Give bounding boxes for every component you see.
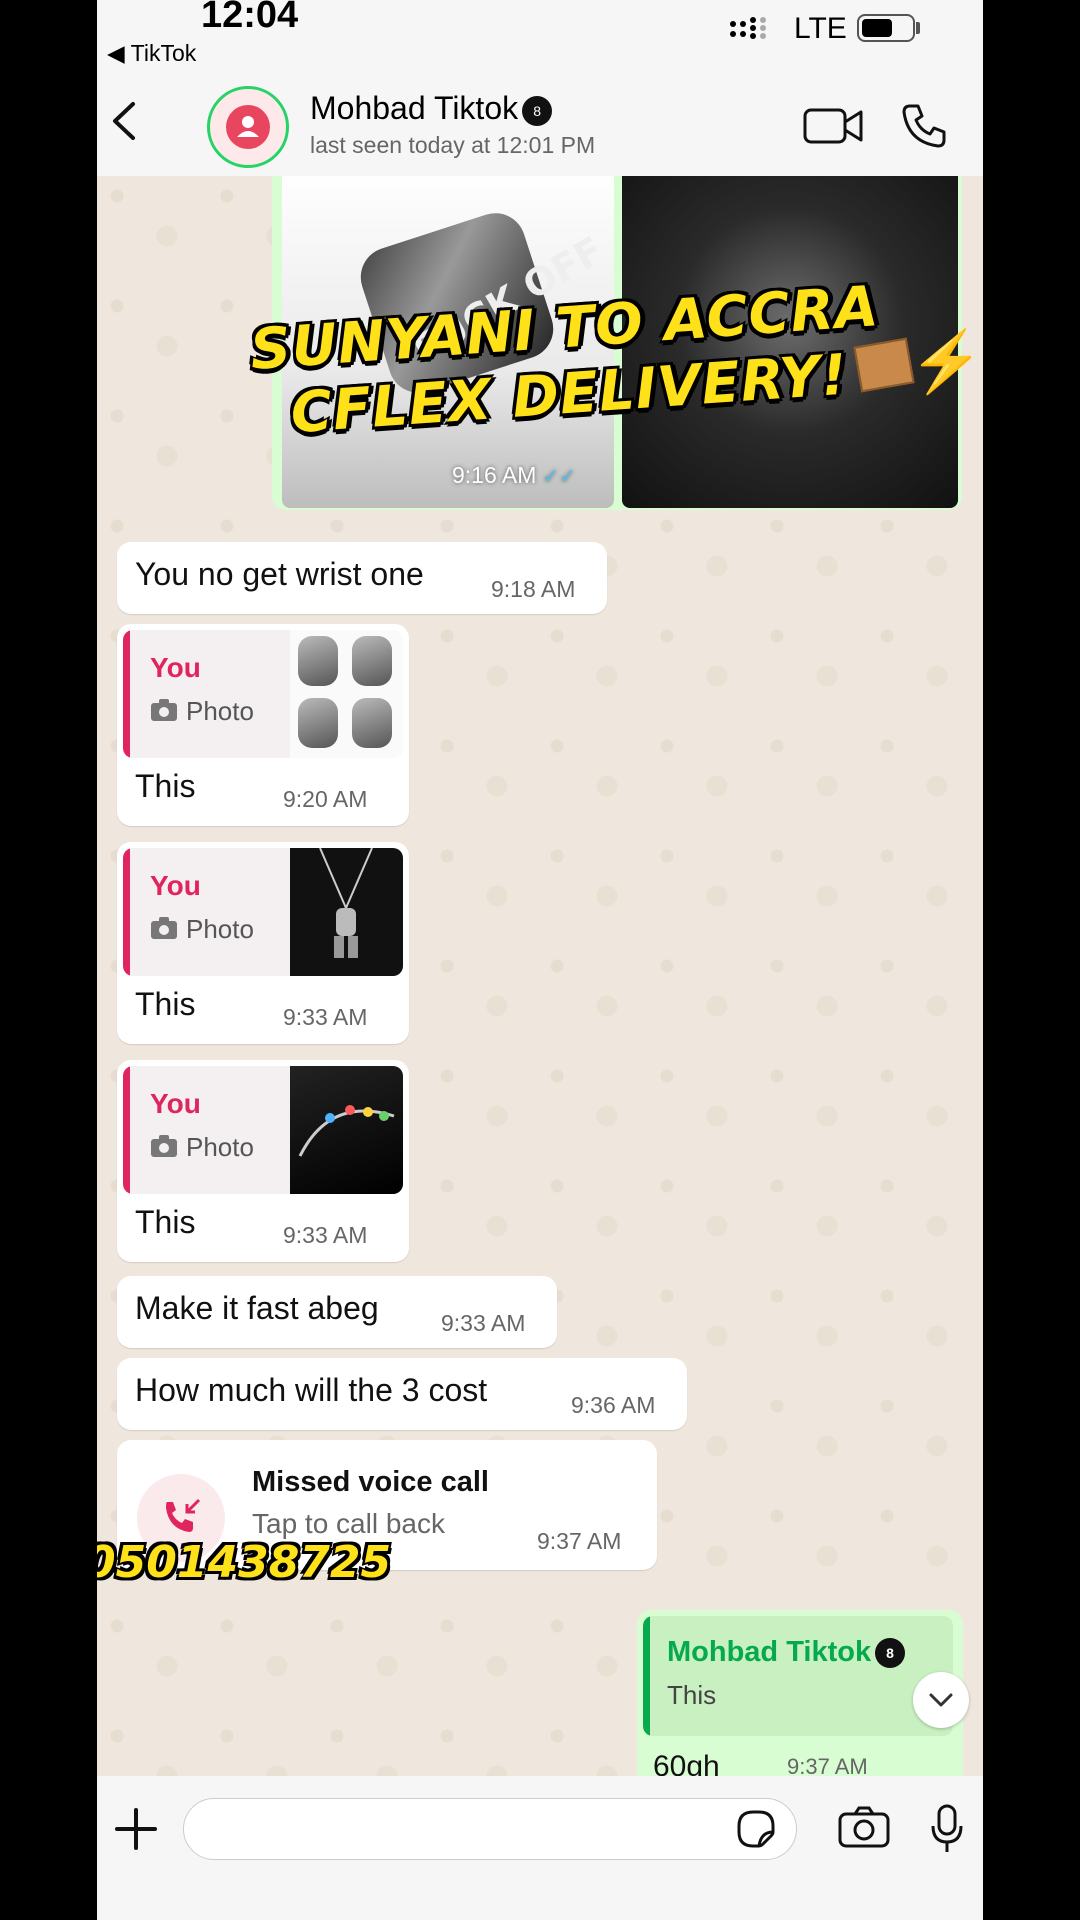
message-text: Make it fast abeg (135, 1290, 379, 1326)
network-type: LTE (794, 12, 847, 45)
message-text: How much will the 3 cost (135, 1372, 488, 1408)
scroll-to-bottom-button[interactable] (913, 1672, 969, 1728)
lightning-icon: ⚡ (909, 328, 983, 395)
quoted-message[interactable]: You Photo (123, 630, 403, 758)
incoming-message[interactable]: You no get wrist one 9:18 AM (117, 542, 607, 614)
quoted-message[interactable]: You Photo (123, 1066, 403, 1194)
camera-icon (150, 1134, 178, 1163)
last-seen-status: last seen today at 12:01 PM (310, 132, 596, 158)
microphone-icon[interactable] (927, 1802, 967, 1861)
phone-number-overlay: 0501438725 (97, 1537, 392, 1588)
message-time: 9:18 AM (491, 576, 576, 602)
video-call-icon[interactable] (803, 106, 865, 151)
chevron-down-icon (929, 1693, 953, 1707)
message-time: 9:33 AM (441, 1310, 526, 1336)
eight-ball-icon: 8 (522, 96, 553, 126)
back-arrow-icon[interactable] (105, 94, 145, 153)
message-time: 9:33 AM (283, 1222, 368, 1248)
necklace-thumbnail (290, 848, 403, 976)
reply-message[interactable]: You Photo This 9:20 AM (117, 624, 409, 826)
camera-icon (150, 916, 178, 945)
person-icon (226, 105, 270, 149)
message-text: This (135, 986, 196, 1022)
quote-bar (123, 1066, 130, 1194)
camera-icon[interactable] (837, 1804, 891, 1855)
message-time: 9:37 AM (537, 1528, 622, 1554)
contact-name[interactable]: Mohbad Tiktok 8 (310, 90, 553, 127)
message-time: 9:37 AM (787, 1754, 868, 1776)
camera-icon (150, 698, 178, 727)
battery-level (862, 19, 892, 37)
double-tick-icon: ✓✓ (542, 466, 576, 488)
quote-author: You (150, 652, 201, 683)
message-time: 9:16 AM ✓✓ (452, 462, 576, 489)
quote-author-text: Mohbad Tiktok (667, 1636, 872, 1668)
reply-message[interactable]: You Photo This 9:33 AM (117, 842, 409, 1044)
phone-screen: 12:04 ◀ TikTok LTE Mohbad Tiktok 8 last … (97, 0, 983, 1920)
quoted-message[interactable]: Mohbad Tiktok 8 This (643, 1616, 953, 1736)
quote-author: You (150, 870, 201, 901)
quote-type: Photo (186, 696, 254, 726)
attach-plus-icon[interactable] (109, 1802, 163, 1861)
message-input-bar (97, 1776, 983, 1920)
quote-author: Mohbad Tiktok 8 (667, 1636, 906, 1669)
quote-type: Photo (186, 1132, 254, 1162)
message-text: This (135, 768, 196, 804)
message-time: 9:36 AM (571, 1392, 656, 1418)
back-to-app-link[interactable]: ◀ TikTok (107, 40, 196, 67)
status-bar: 12:04 ◀ TikTok LTE (97, 0, 983, 72)
message-text: This (135, 1204, 196, 1240)
incoming-message[interactable]: How much will the 3 cost 9:36 AM (117, 1358, 687, 1430)
quoted-message[interactable]: You Photo (123, 848, 403, 976)
contact-name-text: Mohbad Tiktok (310, 90, 519, 126)
message-text: 60gh (653, 1750, 720, 1776)
quote-bar (123, 848, 130, 976)
quote-type: Photo (186, 914, 254, 944)
chat-header: Mohbad Tiktok 8 last seen today at 12:01 … (97, 72, 983, 176)
media-time-text: 9:16 AM (452, 462, 537, 488)
package-icon (853, 337, 915, 393)
reply-message[interactable]: You Photo This 9:33 AM (117, 1060, 409, 1262)
quote-bar (643, 1616, 650, 1736)
message-time: 9:33 AM (283, 1004, 368, 1030)
bracelet-thumbnail (290, 1066, 403, 1194)
message-text: You no get wrist one (135, 556, 424, 592)
chat-area[interactable]: FUCK OFF 9:16 AM ✓✓ SUNYANI TO ACCRA CFLE… (97, 176, 983, 1776)
quote-bar (123, 630, 130, 758)
message-time: 9:20 AM (283, 786, 368, 812)
signal-icon (727, 14, 783, 49)
sticker-icon[interactable] (733, 1806, 779, 1857)
tap-to-call-back[interactable]: Tap to call back (252, 1508, 445, 1540)
battery-tip (916, 22, 920, 34)
quote-author: You (150, 1088, 201, 1119)
message-input[interactable] (183, 1798, 797, 1860)
quote-text: This (667, 1680, 717, 1710)
battery-icon (857, 14, 915, 42)
contact-avatar[interactable] (207, 86, 289, 168)
skull-rings-thumbnail (290, 630, 403, 758)
voice-call-icon[interactable] (900, 102, 948, 155)
eight-ball-icon: 8 (875, 1638, 906, 1668)
missed-call-title: Missed voice call (252, 1466, 489, 1498)
status-time: 12:04 (201, 0, 299, 36)
incoming-message[interactable]: Make it fast abeg 9:33 AM (117, 1276, 557, 1348)
